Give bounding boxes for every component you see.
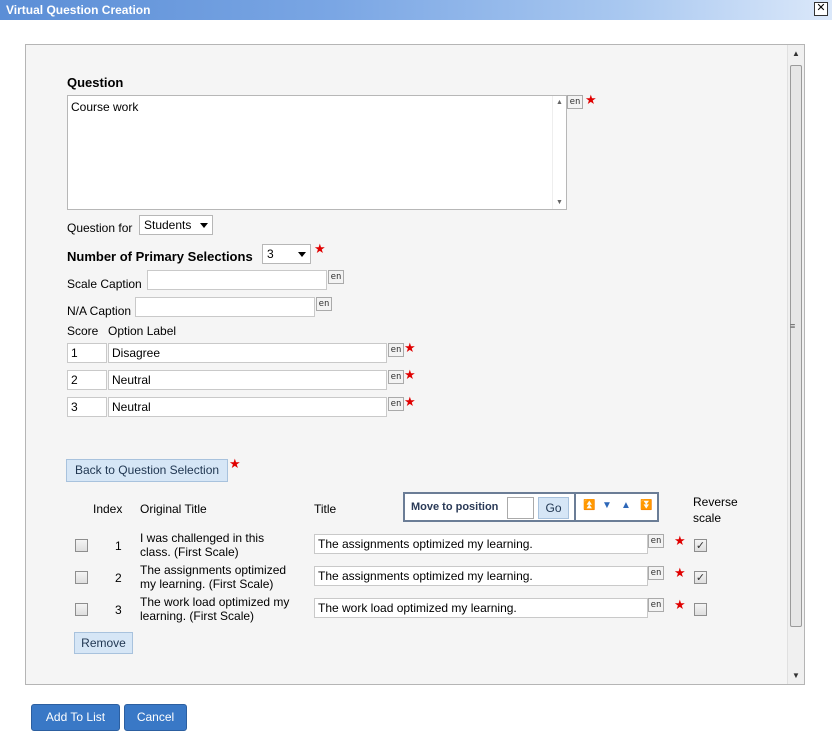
chevron-down-icon bbox=[298, 252, 306, 257]
toolbar-divider bbox=[574, 494, 576, 520]
row-title-input[interactable]: The assignments optimized my learning. bbox=[314, 566, 648, 586]
scale-caption-label: Scale Caption bbox=[67, 277, 142, 291]
remove-button[interactable]: Remove bbox=[74, 632, 133, 654]
row-title-input[interactable]: The assignments optimized my learning. bbox=[314, 534, 648, 554]
move-up-icon[interactable]: ▲ bbox=[621, 500, 631, 511]
chevron-down-icon bbox=[200, 223, 208, 228]
original-title-line: The work load optimized my bbox=[140, 595, 290, 609]
row-index: 3 bbox=[115, 603, 122, 617]
go-button[interactable]: Go bbox=[538, 497, 569, 519]
required-star-icon: ★ bbox=[674, 597, 686, 612]
row-index: 2 bbox=[115, 571, 122, 585]
reverse-scale-checkbox[interactable] bbox=[694, 539, 707, 552]
option-label-input[interactable]: Neutral bbox=[108, 370, 387, 390]
row-index: 1 bbox=[115, 539, 122, 553]
original-title-line: I was challenged in this bbox=[140, 531, 265, 545]
required-star-icon: ★ bbox=[229, 456, 241, 471]
move-bottom-icon[interactable]: ⏬ bbox=[640, 500, 652, 511]
language-en-icon[interactable]: en bbox=[388, 343, 404, 357]
move-position-input[interactable] bbox=[507, 497, 534, 519]
language-en-icon[interactable]: en bbox=[648, 598, 664, 612]
cancel-button[interactable]: Cancel bbox=[124, 704, 187, 731]
primary-selections-select[interactable]: 3 bbox=[262, 244, 311, 264]
primary-selections-value: 3 bbox=[267, 247, 274, 261]
scroll-up-icon[interactable]: ▲ bbox=[792, 49, 800, 58]
reverse-header-line2: scale bbox=[693, 511, 722, 525]
reverse-scale-header: Reverse scale bbox=[693, 495, 738, 525]
title-header: Title bbox=[314, 502, 337, 516]
required-star-icon: ★ bbox=[674, 533, 686, 548]
language-en-icon[interactable]: en bbox=[567, 95, 583, 109]
language-en-icon[interactable]: en bbox=[648, 566, 664, 580]
question-for-select[interactable]: Students bbox=[139, 215, 213, 235]
question-textarea[interactable]: Course work ▲ ▼ bbox=[67, 95, 567, 210]
close-icon[interactable]: ✕ bbox=[814, 2, 828, 16]
scroll-grip-icon: ≡ bbox=[790, 321, 796, 331]
original-title-line: learning. (First Scale) bbox=[140, 609, 255, 623]
row-select-checkbox[interactable] bbox=[75, 603, 88, 616]
back-to-question-selection-button[interactable]: Back to Question Selection bbox=[66, 459, 228, 482]
score-input[interactable]: 2 bbox=[67, 370, 107, 390]
reverse-header-line1: Reverse bbox=[693, 495, 738, 509]
row-original-title: I was challenged in this class. (First S… bbox=[140, 531, 264, 559]
textarea-scrollbar[interactable]: ▲ ▼ bbox=[552, 96, 566, 209]
score-header: Score bbox=[67, 324, 99, 338]
required-star-icon: ★ bbox=[585, 92, 597, 107]
language-en-icon[interactable]: en bbox=[316, 297, 332, 311]
language-en-icon[interactable]: en bbox=[648, 534, 664, 548]
required-star-icon: ★ bbox=[404, 367, 416, 382]
option-label-header: Option Label bbox=[108, 324, 177, 338]
title-bar: Virtual Question Creation ✕ bbox=[0, 0, 832, 20]
vertical-scrollbar[interactable]: ▲ ≡ ▼ bbox=[787, 45, 804, 684]
required-star-icon: ★ bbox=[404, 394, 416, 409]
move-down-icon[interactable]: ▼ bbox=[602, 500, 612, 511]
required-star-icon: ★ bbox=[314, 241, 326, 256]
reverse-scale-checkbox[interactable] bbox=[694, 571, 707, 584]
scale-caption-input[interactable] bbox=[147, 270, 327, 290]
language-en-icon[interactable]: en bbox=[388, 397, 404, 411]
primary-selections-label: Number of Primary Selections bbox=[67, 249, 253, 264]
row-title-input[interactable]: The work load optimized my learning. bbox=[314, 598, 648, 618]
question-text: Course work bbox=[71, 100, 139, 114]
move-top-icon[interactable]: ⏫ bbox=[583, 500, 595, 511]
option-label-input[interactable]: Neutral bbox=[108, 397, 387, 417]
original-title-header: Original Title bbox=[140, 502, 207, 516]
textarea-down-icon[interactable]: ▼ bbox=[556, 199, 563, 206]
option-label-input[interactable]: Disagree bbox=[108, 343, 387, 363]
add-to-list-button[interactable]: Add To List bbox=[31, 704, 120, 731]
na-caption-label: N/A Caption bbox=[67, 304, 132, 318]
question-for-label: Question for bbox=[67, 221, 133, 235]
original-title-line: my learning. (First Scale) bbox=[140, 577, 274, 591]
row-select-checkbox[interactable] bbox=[75, 539, 88, 552]
language-en-icon[interactable]: en bbox=[328, 270, 344, 284]
language-en-icon[interactable]: en bbox=[388, 370, 404, 384]
score-input[interactable]: 1 bbox=[67, 343, 107, 363]
na-caption-input[interactable] bbox=[135, 297, 315, 317]
index-header: Index bbox=[93, 502, 123, 516]
required-star-icon: ★ bbox=[674, 565, 686, 580]
original-title-line: The assignments optimized bbox=[140, 563, 287, 577]
scroll-down-icon[interactable]: ▼ bbox=[792, 671, 800, 680]
move-to-position-label: Move to position bbox=[411, 501, 499, 513]
score-input[interactable]: 3 bbox=[67, 397, 107, 417]
question-label: Question bbox=[67, 75, 124, 90]
move-to-position-toolbar: Move to position Go ⏫ ▼ ▲ ⏬ bbox=[403, 492, 659, 522]
window-title: Virtual Question Creation bbox=[6, 3, 151, 17]
scroll-thumb[interactable] bbox=[790, 65, 802, 627]
required-star-icon: ★ bbox=[404, 340, 416, 355]
row-original-title: The assignments optimized my learning. (… bbox=[140, 563, 286, 591]
original-title-line: class. (First Scale) bbox=[140, 545, 239, 559]
row-original-title: The work load optimized my learning. (Fi… bbox=[140, 595, 289, 623]
content-panel: ▲ ≡ ▼ Question Course work ▲ ▼ en ★ Ques… bbox=[25, 44, 805, 685]
question-for-value: Students bbox=[144, 218, 192, 232]
textarea-up-icon[interactable]: ▲ bbox=[556, 99, 563, 106]
reverse-scale-checkbox[interactable] bbox=[694, 603, 707, 616]
row-select-checkbox[interactable] bbox=[75, 571, 88, 584]
